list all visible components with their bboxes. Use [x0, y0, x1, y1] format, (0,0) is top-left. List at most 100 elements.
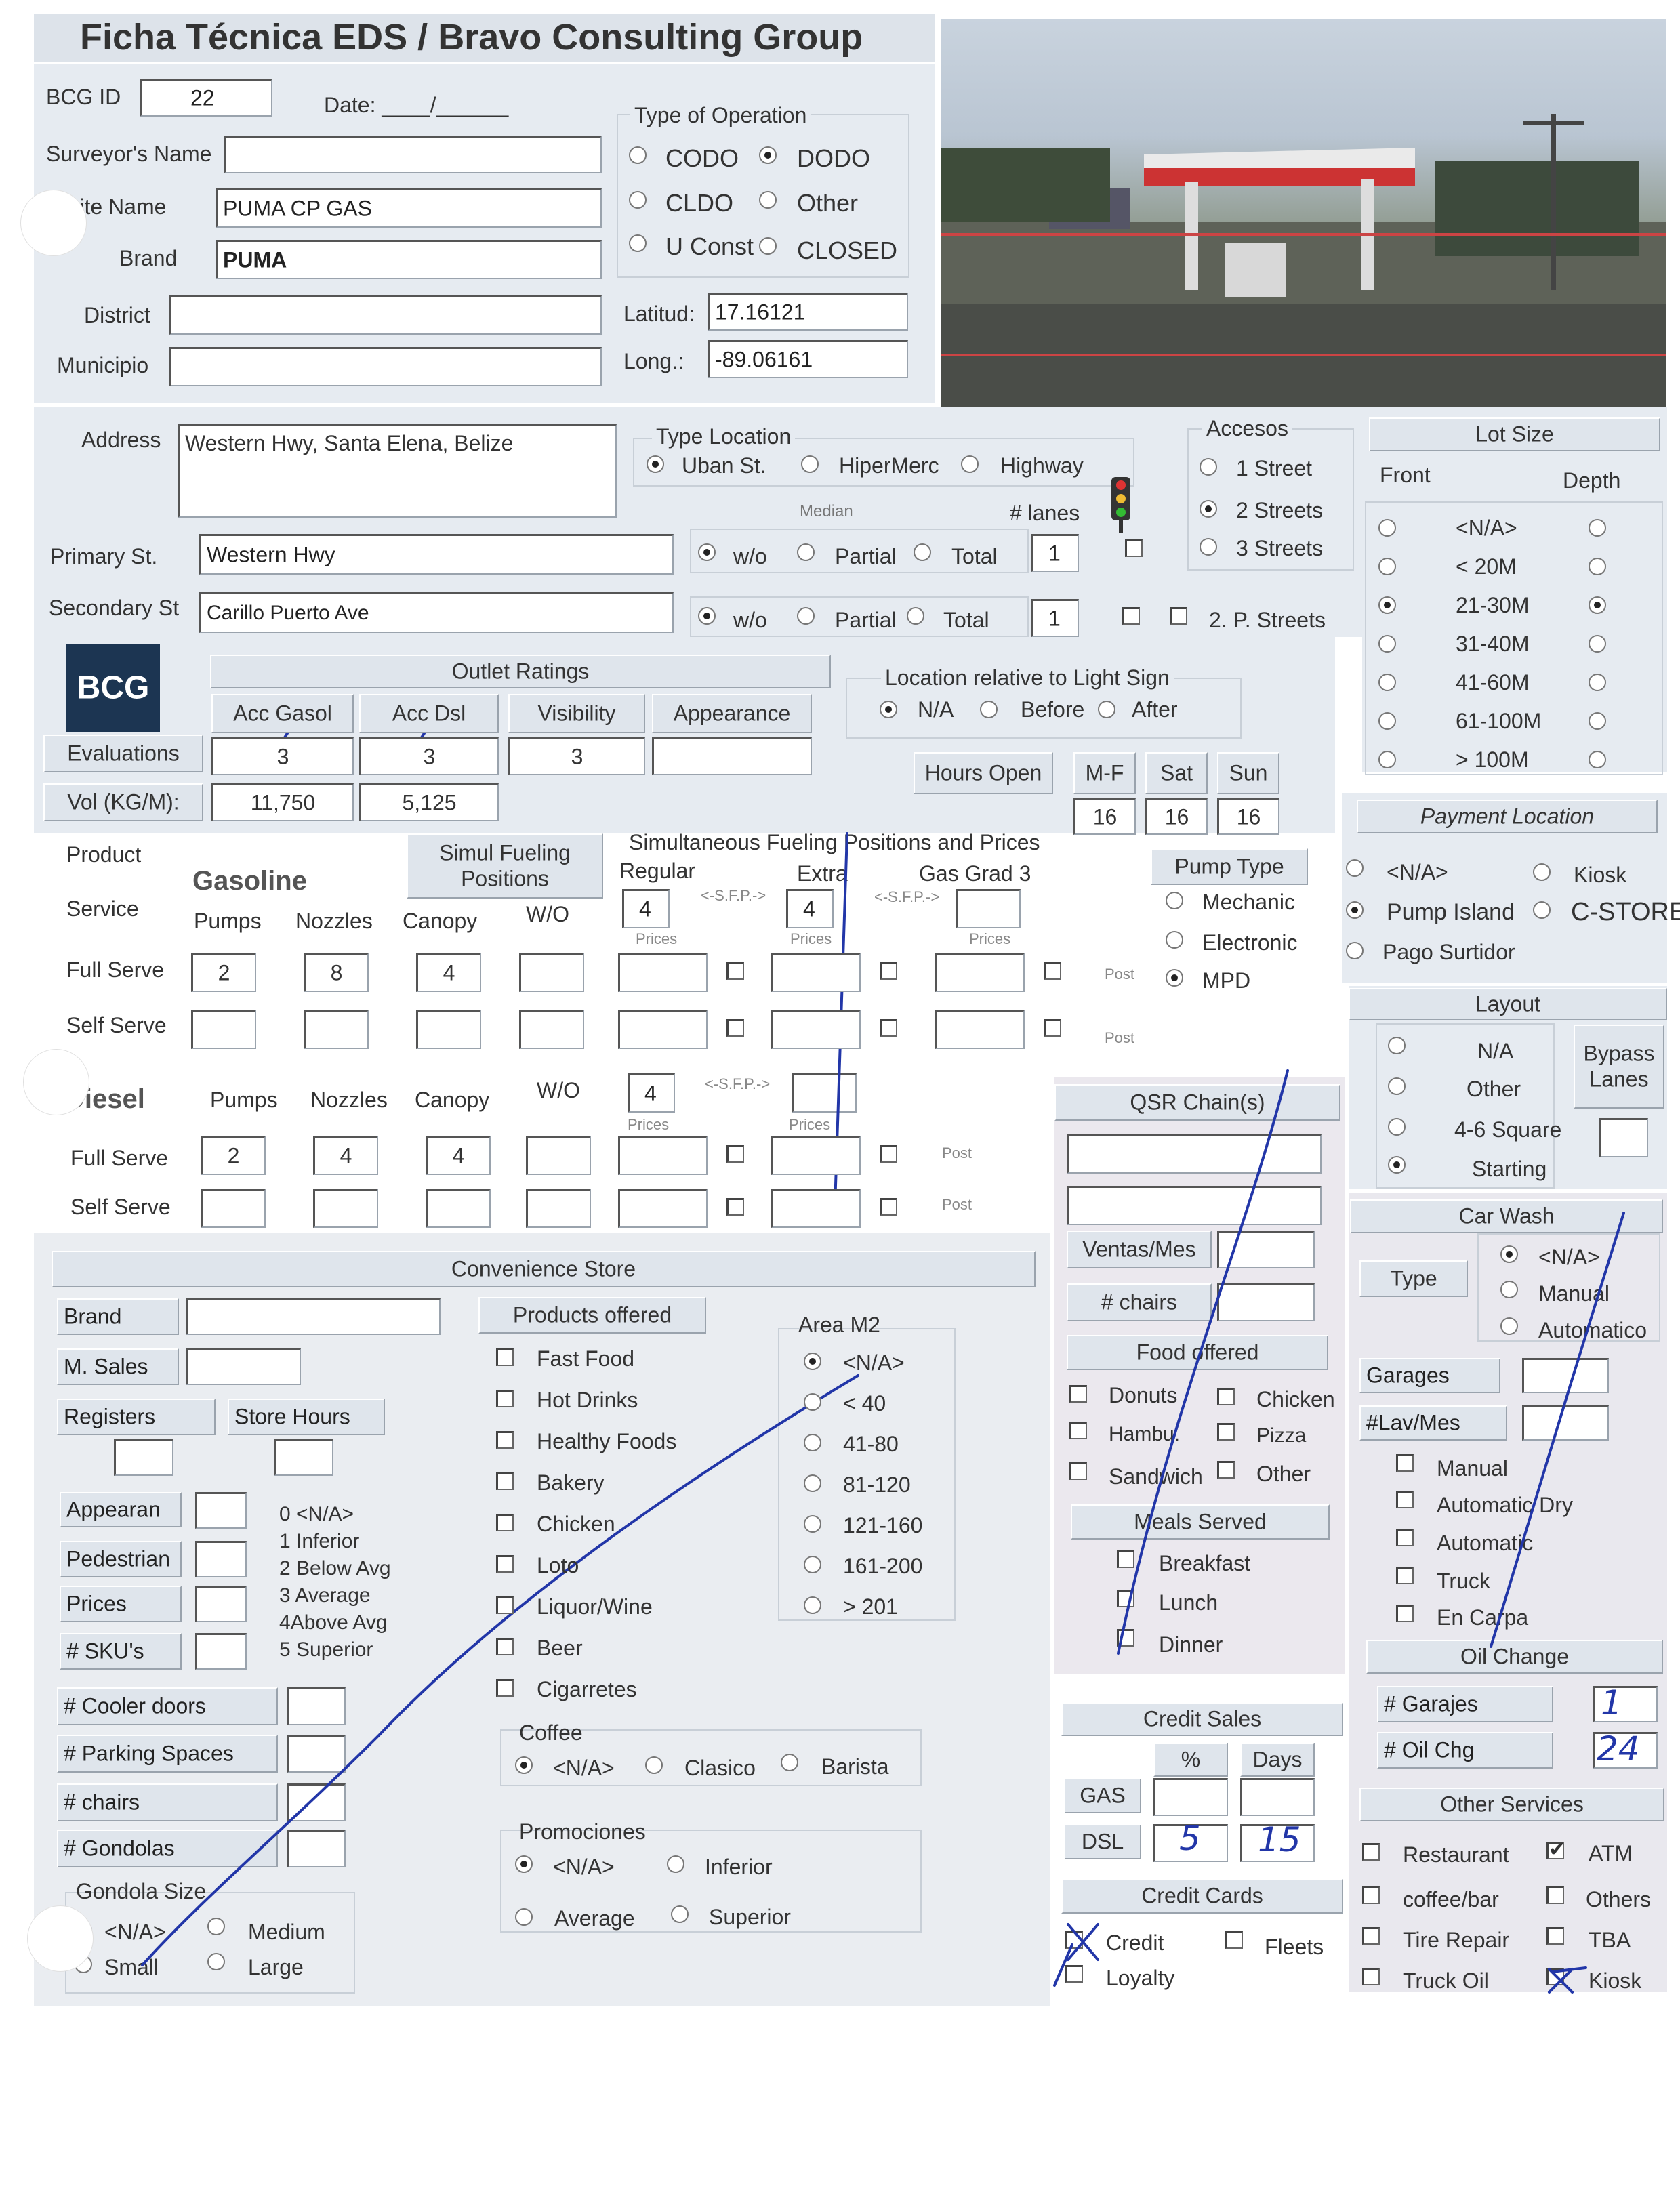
product-checkbox-6[interactable]	[496, 1596, 514, 1614]
product-label-4: Chicken	[537, 1512, 615, 1536]
stroke-credit-check	[1053, 1923, 1099, 1987]
gas-self-price-field-1[interactable]	[771, 1010, 861, 1049]
vol-field-1[interactable]: 5,125	[359, 783, 499, 821]
stroke-cstore	[141, 1374, 859, 1966]
lot-option-label-1: < 20M	[1456, 554, 1517, 579]
rating-eval-field-0[interactable]: 3	[211, 737, 354, 775]
gas-full-price-checkbox-0[interactable]	[726, 962, 744, 980]
dsl-self-price-field-1[interactable]	[771, 1189, 861, 1228]
lot-front-radio-1[interactable]	[1378, 558, 1396, 575]
scale-item-2: 2 Below Avg	[279, 1557, 391, 1580]
product-label-6: Liquor/Wine	[537, 1594, 653, 1619]
lot-option-label-5: 61-100M	[1456, 709, 1542, 733]
dsl-self-price-checkbox-1[interactable]	[880, 1198, 897, 1216]
rating-header-1: Acc Dsl	[359, 694, 499, 733]
gas-self-price-checkbox-2[interactable]	[1044, 1019, 1061, 1037]
product-checkbox-0[interactable]	[496, 1348, 514, 1366]
scale-item-4: 4Above Avg	[279, 1611, 388, 1634]
area-label-4: 121-160	[843, 1513, 923, 1537]
dsl-self-price-checkbox-0[interactable]	[726, 1198, 744, 1216]
lot-depth-radio-4[interactable]	[1589, 674, 1606, 691]
rating-header-label-2: Visibility	[537, 701, 616, 726]
rating-header-2: Visibility	[508, 694, 645, 733]
vol-value-0: 11,750	[250, 790, 316, 814]
gas-self-price-checkbox-1[interactable]	[880, 1019, 897, 1037]
rating-header-3: Appearance	[652, 694, 812, 733]
rating-header-label-3: Appearance	[673, 701, 791, 726]
gas-full-price-field-2[interactable]	[935, 953, 1025, 992]
product-checkbox-3[interactable]	[496, 1472, 514, 1490]
rating-header-0: Acc Gasol	[211, 694, 354, 733]
stroke-qsr	[1117, 1069, 1289, 1655]
gas-self-price-field-0[interactable]	[618, 1010, 708, 1049]
area-radio-1[interactable]	[804, 1393, 821, 1411]
product-label-1: Hot Drinks	[537, 1388, 638, 1412]
lot-front-radio-0[interactable]	[1378, 519, 1396, 537]
lot-front-radio-6[interactable]	[1378, 751, 1396, 768]
gas-full-price-field-0[interactable]	[618, 953, 708, 992]
area-radio-4[interactable]	[804, 1515, 821, 1533]
product-checkbox-4[interactable]	[496, 1514, 514, 1531]
stroke-carwash	[1490, 1212, 1625, 1648]
gas-full-price-checkbox-2[interactable]	[1044, 962, 1061, 980]
vol-field-0[interactable]: 11,750	[211, 783, 354, 821]
rating-eval-field-1[interactable]: 3	[359, 737, 499, 775]
lot-depth-radio-3[interactable]	[1589, 635, 1606, 653]
rating-eval-value-2: 3	[571, 744, 583, 768]
rating-eval-field-2[interactable]: 3	[508, 737, 645, 775]
lot-option-label-3: 31-40M	[1456, 632, 1530, 656]
scale-item-1: 1 Inferior	[279, 1530, 360, 1552]
gas-full-price-field-1[interactable]	[771, 953, 861, 992]
lot-front-radio-4[interactable]	[1378, 674, 1396, 691]
lot-depth-radio-1[interactable]	[1589, 558, 1606, 575]
lot-option-label-2: 21-30M	[1456, 593, 1530, 617]
product-checkbox-2[interactable]	[496, 1431, 514, 1449]
gas-self-price-field-2[interactable]	[935, 1010, 1025, 1049]
lot-front-radio-3[interactable]	[1378, 635, 1396, 653]
area-radio-2[interactable]	[804, 1434, 821, 1451]
dsl-full-price-field-0[interactable]	[618, 1136, 708, 1175]
area-radio-5[interactable]	[804, 1556, 821, 1573]
gas-full-price-checkbox-1[interactable]	[880, 962, 897, 980]
lot-depth-radio-5[interactable]	[1589, 712, 1606, 730]
area-radio-3[interactable]	[804, 1474, 821, 1492]
area-label-1: < 40	[843, 1391, 886, 1416]
rating-header-label-1: Acc Dsl	[392, 701, 466, 726]
rating-header-label-0: Acc Gasol	[233, 701, 332, 726]
lot-option-label-6: > 100M	[1456, 747, 1529, 772]
area-radio-6[interactable]	[804, 1596, 821, 1614]
area-label-3: 81-120	[843, 1472, 911, 1497]
dsl-self-price-field-0[interactable]	[618, 1189, 708, 1228]
area-label-6: > 201	[843, 1594, 898, 1619]
vol-value-1: 5,125	[402, 790, 457, 814]
product-label-7: Beer	[537, 1636, 583, 1660]
rating-eval-value-1: 3	[423, 744, 436, 768]
rating-eval-value-0: 3	[276, 744, 289, 768]
gas-self-price-checkbox-0[interactable]	[726, 1019, 744, 1037]
handwritten-strokes	[141, 732, 1625, 1994]
dsl-full-price-checkbox-1[interactable]	[880, 1145, 897, 1163]
product-checkbox-7[interactable]	[496, 1638, 514, 1655]
lot-depth-radio-0[interactable]	[1589, 519, 1606, 537]
product-checkbox-8[interactable]	[496, 1679, 514, 1697]
lot-front-radio-2[interactable]	[1378, 596, 1396, 614]
lot-depth-radio-2[interactable]	[1589, 596, 1606, 614]
scale-item-0: 0 <N/A>	[279, 1503, 354, 1525]
scale-item-3: 3 Average	[279, 1584, 371, 1607]
lot-option-label-4: 41-60M	[1456, 670, 1530, 695]
product-label-5: Loto	[537, 1553, 579, 1577]
product-label-0: Fast Food	[537, 1346, 635, 1371]
product-checkbox-1[interactable]	[496, 1390, 514, 1407]
rating-eval-field-3[interactable]	[652, 737, 812, 775]
product-checkbox-5[interactable]	[496, 1555, 514, 1573]
lot-front-radio-5[interactable]	[1378, 712, 1396, 730]
area-radio-0[interactable]	[804, 1353, 821, 1370]
lot-depth-radio-6[interactable]	[1589, 751, 1606, 768]
dsl-full-price-checkbox-0[interactable]	[726, 1145, 744, 1163]
stroke-kiosk-check	[1548, 1966, 1587, 1994]
lot-option-label-0: <N/A>	[1456, 516, 1517, 540]
area-label-0: <N/A>	[843, 1350, 905, 1375]
dsl-full-price-field-1[interactable]	[771, 1136, 861, 1175]
area-label-5: 161-200	[843, 1554, 923, 1578]
area-label-2: 41-80	[843, 1432, 899, 1456]
